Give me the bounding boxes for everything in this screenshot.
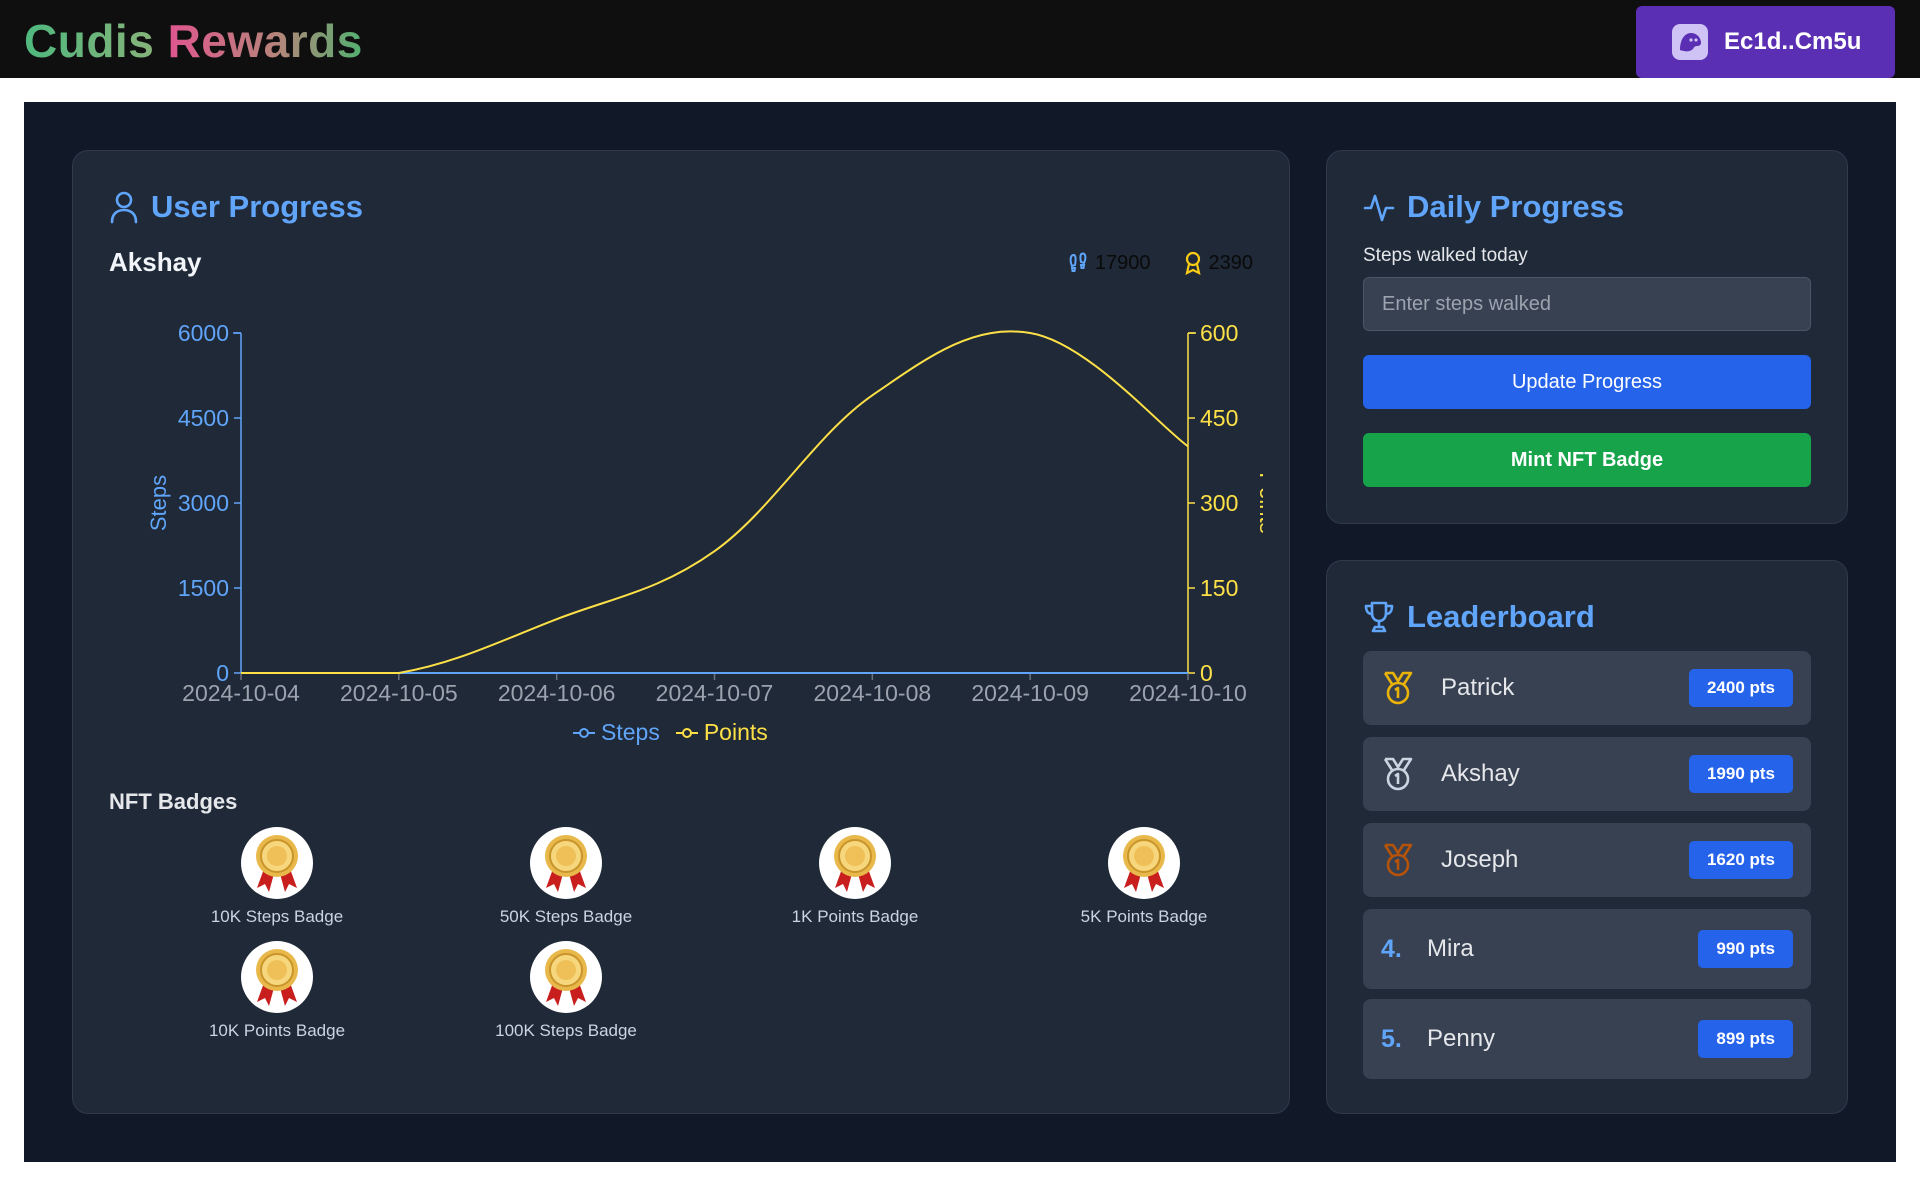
- points-badge: 1990 pts: [1688, 755, 1793, 793]
- medal-icon: [530, 827, 602, 899]
- badge-name: 1K Points Badge: [791, 907, 919, 926]
- y-tick-label-right: 600: [1200, 320, 1238, 346]
- steps-today-label: Steps walked today: [1363, 245, 1528, 266]
- medal-icon: [241, 827, 313, 899]
- badge-name: 5K Points Badge: [1080, 907, 1208, 926]
- medal-icon: [241, 941, 313, 1013]
- y-tick-label-left: 1500: [178, 575, 229, 601]
- brand-word-rewards: Rewards: [167, 15, 363, 67]
- badge-name: 10K Points Badge: [208, 1021, 346, 1040]
- footprints-icon: [1069, 252, 1087, 272]
- x-tick-label: 2024-10-04: [182, 680, 300, 706]
- medal-icon: [1108, 827, 1180, 899]
- nft-badge[interactable]: 10K Steps Badge: [157, 827, 397, 927]
- update-progress-button[interactable]: Update Progress: [1363, 355, 1811, 409]
- medal-rank-icon: [1383, 843, 1413, 877]
- leaderboard-row[interactable]: 4. Mira 990 pts: [1363, 909, 1811, 989]
- y-tick-label-right: 300: [1200, 490, 1238, 516]
- user-progress-title: User Progress: [151, 189, 363, 224]
- leaderboard-name: Mira: [1427, 935, 1474, 962]
- legend-points-marker: [675, 727, 698, 738]
- award-icon: [1184, 251, 1201, 275]
- nft-badges-title: NFT Badges: [109, 789, 238, 814]
- leaderboard-row[interactable]: 5. Penny 899 pts: [1363, 999, 1811, 1079]
- activity-icon: [1363, 194, 1395, 222]
- chart-legend: Steps Points: [573, 719, 768, 746]
- app-brand: Cudis Rewards: [24, 14, 363, 68]
- x-tick-label: 2024-10-08: [814, 680, 932, 706]
- points-badge: 990 pts: [1698, 930, 1793, 968]
- nft-badge[interactable]: 10K Points Badge: [157, 941, 397, 1041]
- steps-input[interactable]: [1363, 277, 1811, 331]
- badge-name: 50K Steps Badge: [499, 907, 633, 926]
- y-axis-label-left: Steps: [146, 475, 171, 531]
- y-tick-label-right: 150: [1200, 575, 1238, 601]
- y-tick-label-right: 450: [1200, 405, 1238, 431]
- username: Akshay: [109, 247, 202, 277]
- wallet-address: Ec1d..Cm5u: [1724, 28, 1862, 55]
- rank-number: 5.: [1381, 1024, 1402, 1053]
- legend-steps-label: Steps: [601, 719, 660, 745]
- x-tick-label: 2024-10-05: [340, 680, 458, 706]
- badge-name: 100K Steps Badge: [495, 1021, 637, 1040]
- wallet-button[interactable]: Ec1d..Cm5u: [1636, 6, 1895, 78]
- legend-points[interactable]: Points: [675, 719, 768, 746]
- y-tick-label-left: 6000: [178, 320, 229, 346]
- nft-badge[interactable]: 50K Steps Badge: [446, 827, 686, 927]
- x-tick-label: 2024-10-06: [498, 680, 616, 706]
- medal-rank-icon: [1383, 757, 1413, 791]
- nft-badge[interactable]: 1K Points Badge: [735, 827, 975, 927]
- x-tick-label: 2024-10-10: [1129, 680, 1247, 706]
- trophy-icon: [1364, 601, 1394, 633]
- legend-steps[interactable]: Steps: [573, 719, 660, 746]
- points-stat-value: 2390: [1208, 251, 1254, 274]
- user-progress-card: User Progress Akshay 17900 2390 0 1500 3…: [72, 150, 1290, 1114]
- daily-progress-card: Daily Progress Steps walked today Update…: [1326, 150, 1848, 524]
- points-badge: 899 pts: [1698, 1020, 1793, 1058]
- user-progress-heading: User Progress: [109, 189, 363, 225]
- nft-badge[interactable]: 5K Points Badge: [1024, 827, 1264, 927]
- leaderboard-card: Leaderboard Patrick 2400 pts Akshay 1990 pt…: [1326, 560, 1848, 1114]
- progress-chart: 0150030004500600001503004506002024-10-04…: [146, 320, 1263, 706]
- leaderboard-name: Patrick: [1441, 674, 1515, 701]
- medal-icon: [819, 827, 891, 899]
- user-stats: 17900 2390: [1067, 251, 1253, 275]
- x-tick-label: 2024-10-09: [971, 680, 1089, 706]
- points-stat: 2390: [1183, 251, 1254, 275]
- user-icon: [110, 191, 138, 224]
- leaderboard-heading: Leaderboard: [1363, 599, 1595, 635]
- mint-nft-badge-button[interactable]: Mint NFT Badge: [1363, 433, 1811, 487]
- leaderboard-name: Akshay: [1441, 760, 1520, 787]
- phantom-wallet-icon: [1672, 24, 1708, 60]
- main-area: User Progress Akshay 17900 2390 0 1500 3…: [24, 102, 1896, 1162]
- legend-points-label: Points: [703, 719, 768, 745]
- points-badge: 1620 pts: [1688, 841, 1793, 879]
- leaderboard-row[interactable]: Patrick 2400 pts: [1363, 651, 1811, 725]
- leaderboard-title: Leaderboard: [1407, 599, 1595, 634]
- badge-name: 10K Steps Badge: [210, 907, 344, 926]
- y-axis-label-right: Points: [1255, 472, 1263, 533]
- points-badge: 2400 pts: [1688, 669, 1793, 707]
- medal-rank-icon: [1383, 671, 1413, 705]
- y-tick-label-left: 3000: [178, 490, 229, 516]
- series-line-points: [241, 330, 1189, 675]
- y-tick-label-left: 4500: [178, 405, 229, 431]
- daily-progress-title: Daily Progress: [1407, 189, 1625, 224]
- leaderboard-name: Penny: [1427, 1025, 1496, 1052]
- brand-word-cudis: Cudis: [24, 15, 155, 67]
- legend-steps-marker: [573, 727, 595, 738]
- leaderboard-row[interactable]: Akshay 1990 pts: [1363, 737, 1811, 811]
- leaderboard-row[interactable]: Joseph 1620 pts: [1363, 823, 1811, 897]
- nft-badge[interactable]: 100K Steps Badge: [446, 941, 686, 1041]
- x-tick-label: 2024-10-07: [656, 680, 774, 706]
- steps-stat: 17900: [1067, 252, 1151, 275]
- rank-number: 4.: [1381, 934, 1402, 963]
- medal-icon: [530, 941, 602, 1013]
- steps-stat-value: 17900: [1094, 251, 1151, 274]
- top-bar: Cudis Rewards Ec1d..Cm5u: [0, 0, 1920, 78]
- leaderboard-name: Joseph: [1441, 846, 1519, 873]
- daily-progress-heading: Daily Progress: [1363, 189, 1624, 225]
